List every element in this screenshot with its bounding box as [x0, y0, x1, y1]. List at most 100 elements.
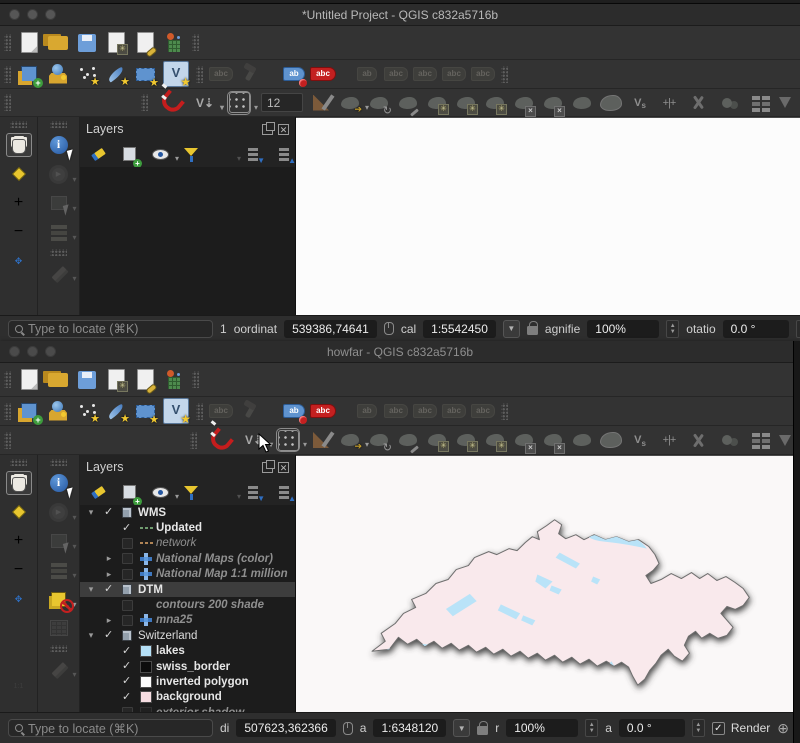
add-polygon-feature-icon[interactable] [484, 429, 506, 451]
layer-label[interactable]: exterior shadow [156, 707, 244, 712]
add-postgis-layer-icon[interactable] [134, 400, 156, 422]
toolbar-drag-handle[interactable] [501, 66, 508, 83]
mouse-position-icon[interactable] [384, 322, 394, 335]
move-feature-icon[interactable] [513, 429, 535, 451]
highlight-pinned-labels-icon[interactable] [385, 63, 407, 85]
add-line-feature-icon[interactable] [455, 429, 477, 451]
run-feature-action-icon[interactable]: ▾ [46, 162, 72, 186]
layer-labeling-options-icon[interactable] [210, 400, 232, 422]
rotation-spinner[interactable]: ▲▼ [796, 320, 800, 338]
minimize-window-button[interactable] [27, 346, 38, 357]
new-project-icon[interactable] [18, 369, 40, 391]
offset-curve-icon[interactable]: +|+ [658, 429, 680, 451]
close-window-button[interactable] [9, 9, 20, 20]
identify-features-icon[interactable] [46, 471, 72, 495]
dropdown-caret-icon[interactable]: ▾ [237, 155, 241, 163]
toggle-editing-icon[interactable]: ▾ [339, 429, 361, 451]
scale-field[interactable]: 1:6348120 [373, 719, 446, 737]
layer-row-switzerland[interactable]: ▾✓Switzerland [80, 628, 295, 643]
pan-to-selection-icon[interactable] [6, 162, 32, 186]
expand-arrow-icon[interactable]: ▸ [104, 615, 114, 626]
expand-arrow-icon[interactable]: ▾ [86, 507, 96, 518]
layer-label[interactable]: WMS [138, 507, 166, 519]
dropdown-caret-icon[interactable]: ▾ [254, 104, 258, 112]
save-layer-edits-icon[interactable] [368, 429, 390, 451]
select-by-value-icon[interactable]: ▾ [46, 220, 72, 244]
deselect-features-icon[interactable]: ▾ [46, 587, 72, 611]
layer-visibility-checkbox[interactable] [122, 538, 133, 549]
locator-search-input[interactable]: Type to locate (⌘K) [8, 320, 213, 338]
minimize-window-button[interactable] [27, 9, 38, 20]
new-print-layout-icon[interactable] [105, 369, 127, 391]
add-delimited-text-layer-icon[interactable] [76, 400, 98, 422]
layers-tree-empty[interactable] [80, 167, 295, 315]
zoom-in-icon[interactable]: + [6, 191, 32, 215]
split-features-icon[interactable] [687, 429, 709, 451]
mouse-position-icon[interactable] [343, 722, 353, 735]
open-data-source-manager-icon[interactable] [18, 400, 40, 422]
delete-selected-icon[interactable] [542, 92, 564, 114]
open-layer-styling-icon[interactable] [87, 143, 109, 165]
layer-diagram-icon[interactable] [312, 400, 334, 422]
layer-label[interactable]: National Map 1:1 million [156, 568, 288, 580]
collapse-all-icon[interactable] [273, 143, 295, 165]
zoom-out-icon[interactable]: − [6, 558, 32, 582]
layer-label[interactable]: National Maps (color) [156, 553, 273, 565]
offset-curve-icon[interactable]: +|+ [658, 92, 680, 114]
add-point-feature-icon[interactable] [426, 92, 448, 114]
edit-attributes-icon[interactable] [745, 92, 767, 114]
layer-visibility-checkbox[interactable]: ✓ [104, 584, 113, 595]
toolbar-drag-handle[interactable] [190, 432, 197, 449]
rotation-field[interactable]: 0.0 ° [619, 719, 685, 737]
close-window-button[interactable] [9, 346, 20, 357]
add-line-feature-icon[interactable] [455, 92, 477, 114]
layer-row-national-map-1-1-million[interactable]: ▸ National Map 1:1 million [80, 567, 295, 582]
manage-map-themes-icon[interactable]: ▾ [149, 481, 171, 503]
collapse-all-icon[interactable] [273, 481, 295, 503]
undo-redo-icon[interactable]: ▾ [774, 92, 796, 114]
layer-visibility-checkbox[interactable] [122, 553, 133, 564]
layer-row-updated[interactable]: ✓Updated [80, 520, 295, 535]
layer-label[interactable]: inverted polygon [156, 676, 249, 688]
style-manager-icon[interactable] [163, 369, 185, 391]
open-project-icon[interactable] [47, 32, 69, 54]
save-project-icon[interactable] [76, 32, 98, 54]
expand-arrow-icon[interactable]: ▸ [104, 569, 114, 580]
layer-visibility-checkbox[interactable]: ✓ [122, 646, 131, 657]
float-panel-icon[interactable] [262, 462, 273, 473]
expand-all-icon[interactable] [242, 481, 264, 503]
add-vector-layer-icon[interactable] [47, 400, 69, 422]
zoom-last-icon[interactable] [6, 278, 32, 302]
copy-features-icon[interactable] [600, 92, 622, 114]
save-project-icon[interactable] [76, 369, 98, 391]
layer-labeling-icon[interactable] [283, 63, 305, 85]
dropdown-caret-icon[interactable]: ▾ [237, 493, 241, 501]
zoom-next-icon[interactable] [6, 645, 32, 669]
layer-label[interactable]: swiss_border [156, 661, 230, 673]
layer-row-wms[interactable]: ▾✓WMS [80, 505, 295, 520]
dropdown-caret-icon[interactable]: ▾ [72, 176, 76, 184]
dropdown-caret-icon[interactable]: ▾ [175, 493, 179, 501]
enable-snapping-icon[interactable] [160, 92, 182, 114]
layer-row-dtm[interactable]: ▾✓DTM [80, 582, 295, 597]
coordinate-field[interactable]: 507623,362366 [236, 719, 335, 737]
dropdown-caret-icon[interactable]: ▾ [72, 275, 76, 283]
magnifier-spinner[interactable]: ▲▼ [666, 320, 679, 338]
move-feature-icon[interactable] [513, 92, 535, 114]
layer-label[interactable]: Updated [156, 522, 202, 534]
layer-visibility-checkbox[interactable] [122, 600, 133, 611]
cut-features-icon[interactable] [571, 92, 593, 114]
edit-attributes-icon[interactable] [745, 429, 767, 451]
map-tips-icon[interactable] [239, 63, 261, 85]
delete-selected-icon[interactable] [542, 429, 564, 451]
move-label-icon[interactable] [414, 63, 436, 85]
filter-legend-icon[interactable] [180, 143, 202, 165]
rotate-label-icon[interactable] [443, 400, 465, 422]
pin-labels-icon[interactable] [356, 400, 378, 422]
pan-map-icon[interactable] [6, 471, 32, 495]
filter-by-expression-icon[interactable]: ▾ [211, 481, 233, 503]
add-virtual-layer-icon[interactable] [163, 398, 189, 424]
toolbar-drag-handle[interactable] [196, 403, 203, 420]
layer-row-network[interactable]: network [80, 536, 295, 551]
layers-tree[interactable]: ▾✓WMS✓Updatednetwork▸National Maps (colo… [80, 505, 295, 712]
